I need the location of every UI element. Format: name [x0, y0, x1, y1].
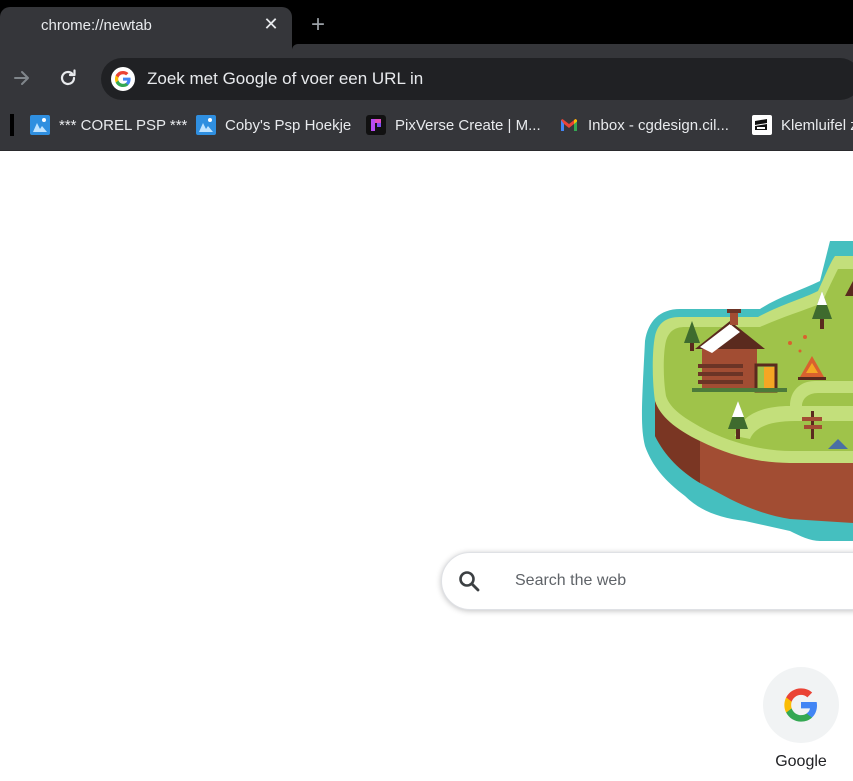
new-tab-button[interactable]: + — [306, 13, 330, 37]
bookmark-klemluifel[interactable]: Klemluifel z — [752, 114, 853, 136]
bookmark-coby-psp[interactable]: Coby's Psp Hoekje — [196, 114, 351, 136]
shortcut-label: Google — [775, 753, 827, 770]
search-icon — [459, 571, 480, 592]
tab-strip: chrome://newtab ✕ + — [0, 0, 853, 50]
bookmark-pixverse[interactable]: PixVerse Create | M... — [366, 114, 541, 136]
omnibox-placeholder: Zoek met Google of voer een URL in — [147, 69, 424, 88]
forward-button[interactable] — [10, 66, 34, 90]
bookmark-label: Inbox - cgdesign.cil... — [588, 116, 729, 134]
bookmark-label: Coby's Psp Hoekje — [225, 116, 352, 134]
bookmark-label: PixVerse Create | M... — [395, 116, 541, 134]
bookmark-gmail-inbox[interactable]: Inbox - cgdesign.cil... — [559, 114, 729, 136]
corel-favicon-icon — [196, 115, 216, 135]
reload-icon — [60, 69, 76, 86]
search-placeholder: Search the web — [515, 572, 627, 589]
new-tab-page: Search the web Google — [0, 151, 853, 781]
bookmarks-bar: *** COREL PSP *** Coby's Psp Hoekje PixV… — [0, 106, 853, 151]
gmail-favicon-icon — [561, 119, 577, 131]
corel-favicon-icon — [30, 115, 50, 135]
tab-newtab[interactable]: chrome://newtab ✕ — [0, 7, 292, 50]
bookmarks-separator — [10, 114, 14, 136]
google-icon — [784, 688, 817, 722]
doodle-illustration[interactable] — [640, 241, 853, 541]
reload-button[interactable] — [56, 66, 80, 90]
klemluifel-favicon-icon — [752, 115, 772, 135]
bookmark-label: Klemluifel z — [781, 116, 853, 134]
shortcut-icon-circle — [763, 667, 839, 743]
toolbar: Zoek met Google of voer een URL in — [0, 50, 853, 106]
tab-title: chrome://newtab — [41, 17, 152, 34]
bookmark-label: *** COREL PSP *** — [59, 116, 188, 134]
bookmark-corel-psp[interactable]: *** COREL PSP *** — [30, 114, 187, 136]
shortcut-google[interactable]: Google — [763, 667, 839, 770]
arrow-right-icon — [14, 71, 29, 85]
close-icon[interactable]: ✕ — [262, 15, 280, 33]
pixverse-favicon-icon — [366, 115, 386, 135]
omnibox[interactable]: Zoek met Google of voer een URL in — [101, 58, 853, 100]
search-box[interactable]: Search the web — [441, 552, 853, 610]
google-icon — [111, 67, 135, 91]
